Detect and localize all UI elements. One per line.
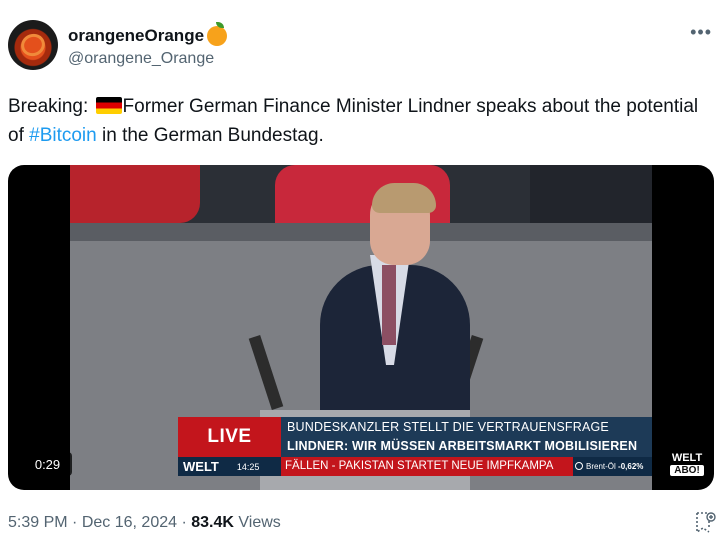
display-name[interactable]: orangeneOrange <box>68 26 204 46</box>
user-handle[interactable]: @orangene_Orange <box>68 50 214 68</box>
tweet-text-suffix: in the German Bundestag. <box>96 125 324 146</box>
news-lower-third: LIVE WELT 14:25 BUNDESKANZLER STELLT DIE… <box>178 417 652 476</box>
hashtag-link[interactable]: #Bitcoin <box>29 125 97 146</box>
watermark-abo: ABO! <box>670 465 704 476</box>
tweet-text-prefix: Breaking: <box>8 96 94 117</box>
video-speaker-tie <box>382 265 396 345</box>
more-options-icon[interactable]: ••• <box>690 22 712 43</box>
ticker-bar: FÄLLEN - PAKISTAN STARTET NEUE IMPFKAMPA… <box>281 457 652 476</box>
german-flag-icon <box>95 97 122 114</box>
views-count: 83.4K <box>191 514 234 531</box>
orange-emoji-icon <box>207 22 228 46</box>
bookmark-icon[interactable] <box>694 511 716 535</box>
watermark-brand: WELT <box>671 452 703 464</box>
avatar[interactable] <box>8 20 58 70</box>
stock-name: Brent-Öl <box>586 462 616 471</box>
name-row: orangeneOrange <box>68 22 228 46</box>
broadcast-clock: 14:25 <box>236 461 260 472</box>
video-desk <box>70 223 652 241</box>
meta-separator: · <box>72 514 78 531</box>
headline-1: BUNDESKANZLER STELLT DIE VERTRAUENSFRAGE <box>287 420 609 434</box>
video-player[interactable]: LIVE WELT 14:25 BUNDESKANZLER STELLT DIE… <box>8 165 714 490</box>
tweet-meta: 5:39 PM · Dec 16, 2024 · 83.4K Views <box>8 514 281 532</box>
video-speaker-hair <box>372 183 436 213</box>
views-label: Views <box>238 514 281 531</box>
live-badge: LIVE <box>178 417 281 457</box>
video-frame[interactable]: LIVE WELT 14:25 BUNDESKANZLER STELLT DIE… <box>70 165 652 490</box>
news-ticker: FÄLLEN - PAKISTAN STARTET NEUE IMPFKAMPA <box>281 457 573 476</box>
stock-icon <box>575 462 583 470</box>
video-bystander-right <box>530 165 652 223</box>
headline-2: LINDNER: WIR MÜSSEN ARBEITSMARKT MOBILIS… <box>287 439 638 453</box>
meta-separator-2: · <box>181 514 187 531</box>
stock-change: -0,62% <box>618 462 644 471</box>
tweet-time[interactable]: 5:39 PM <box>8 514 68 531</box>
welt-watermark: WELT ABO! <box>670 453 704 476</box>
tweet-date[interactable]: Dec 16, 2024 <box>82 514 177 531</box>
avatar-ring <box>17 30 49 60</box>
headline-box: BUNDESKANZLER STELLT DIE VERTRAUENSFRAGE… <box>281 417 652 457</box>
video-bystander-left <box>70 165 200 223</box>
channel-bar: WELT 14:25 <box>178 457 281 476</box>
tweet-header: orangeneOrange @orangene_Orange ••• <box>8 20 718 72</box>
stock-ticker: Brent-Öl -0,62% <box>575 457 643 476</box>
channel-logo: WELT <box>183 459 219 474</box>
video-duration: 0:29 <box>23 452 72 476</box>
tweet-text: Breaking: Former German Finance Minister… <box>8 92 718 150</box>
